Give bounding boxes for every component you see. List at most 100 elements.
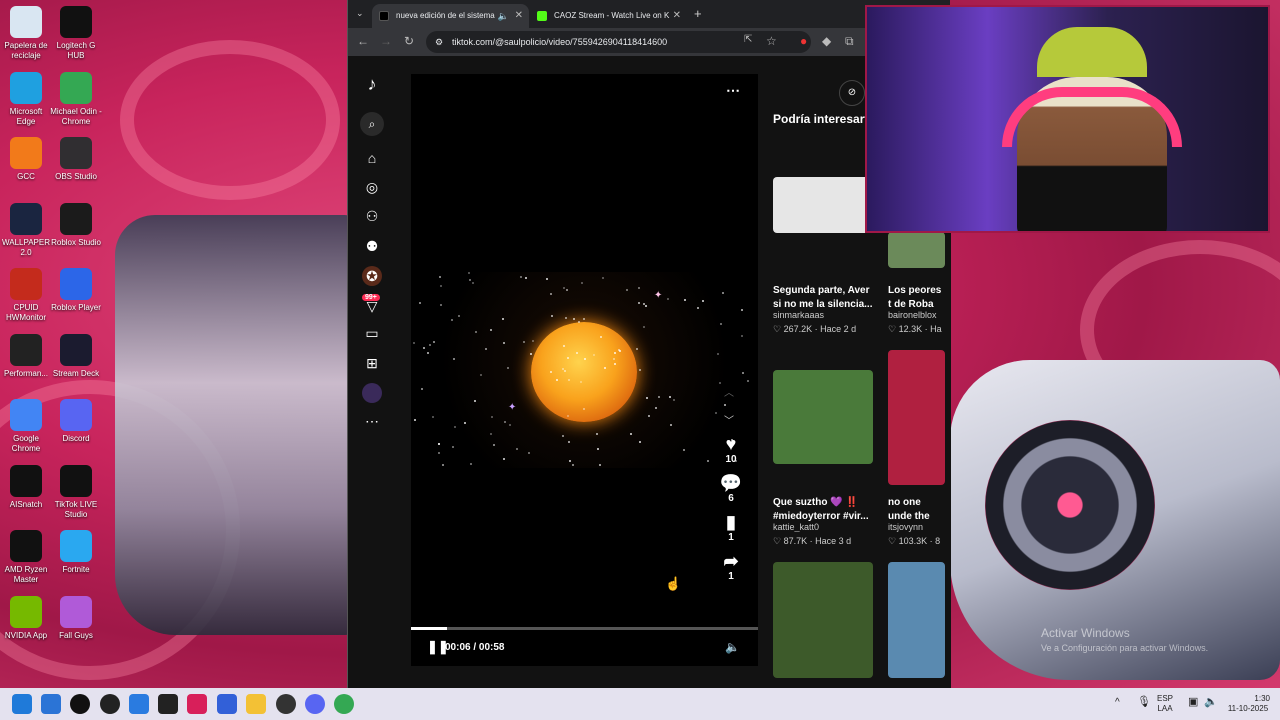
tab-kick[interactable]: CAOZ Stream - Watch Live on K ✕ [530,4,687,28]
video-thumbnail[interactable] [888,232,945,268]
video-card-title[interactable]: no one unde the amount c [888,496,945,524]
desktop-icon[interactable]: Papelera de reciclaje [0,6,52,61]
video-options-icon[interactable]: ⋯ [726,82,740,99]
desktop-icon[interactable]: WALLPAPER 2.0 [0,202,52,258]
share-button[interactable]: ➦ 1 [711,551,751,582]
tab-tiktok[interactable]: nueva edición de el sistema 🔈 ✕ [372,4,529,28]
language-indicator[interactable]: ESP LAA [1157,694,1173,714]
desktop-icon-label: Michael Odin - Chrome [50,106,102,126]
desktop-icon[interactable]: AISnatch [0,464,52,510]
volume-icon[interactable]: 🔈 [725,640,740,654]
desktop-icon[interactable]: Discord [50,399,102,444]
desktop-icon[interactable]: NVIDIA App [0,595,52,641]
file-explorer-icon[interactable] [246,694,266,714]
desktop-icon[interactable]: AMD Ryzen Master [0,530,52,585]
desktop-icon[interactable]: Fortnite [50,530,102,575]
forward-icon[interactable]: → [380,34,392,48]
video-card-title[interactable]: Segunda parte, Aver si no me la silencia… [773,284,873,312]
upload-icon[interactable]: ⊞ [362,353,382,373]
tab-search-icon[interactable]: ⌄ [356,8,364,19]
desktop-icon[interactable]: Stream Deck [50,333,102,379]
video-card-author[interactable]: baironelblox [888,310,945,320]
desktop-icon[interactable]: Roblox Player [50,268,102,313]
discord-icon[interactable] [305,694,325,714]
roblox-icon[interactable] [217,694,237,714]
desktop-icon[interactable]: Microsoft Edge [0,71,52,127]
volume-icon[interactable]: 🔈 [1204,697,1218,708]
desktop-icon[interactable]: TikTok LIVE Studio [50,464,102,520]
video-card-author[interactable]: itsjovynn [888,522,945,532]
obs-icon[interactable] [276,694,296,714]
clock[interactable]: 1:30 11-10-2025 [1226,694,1270,714]
star [637,286,640,289]
store-icon[interactable] [129,694,149,714]
explore-mini-icon[interactable]: ⊘ [839,80,865,106]
star [669,423,672,426]
network-icon[interactable]: ▣ [1188,697,1198,708]
progress-bar[interactable] [411,627,758,630]
following-icon[interactable]: ⚇ [362,206,382,226]
video-thumbnail[interactable] [888,562,945,678]
video-player[interactable]: ⋯ ✦ ✦ ︿ ﹀ ♥ 10 💬 6 ▮ 1 ➦ 1 ☝ ❚❚ 00:06 / 00:5… [411,74,758,666]
tiktok-logo-icon[interactable]: ♪ [362,74,382,94]
search-icon[interactable]: ⌕ [360,112,384,136]
video-card-title[interactable]: Los peores t de Roba un l [888,284,945,312]
desktop-icon[interactable]: Fall Guys [50,595,102,641]
video-thumbnail[interactable] [773,562,873,678]
tiktok-icon[interactable] [187,694,207,714]
desktop-icon[interactable]: OBS Studio [50,137,102,182]
desktop-icon[interactable]: Roblox Studio [50,202,102,248]
explore-icon[interactable]: ◎ [362,177,382,197]
url-field[interactable]: ⚙ tiktok.com/@saulpolicio/video/75594269… [426,31,811,53]
video-card-author[interactable]: kattie_katt0 [773,522,873,532]
close-icon[interactable]: ✕ [673,4,681,28]
star [638,301,641,304]
close-icon[interactable]: ✕ [515,4,523,28]
app-icon[interactable] [100,694,120,714]
video-thumbnail[interactable] [888,350,945,485]
car-wheel [985,420,1155,590]
extensions-puzzle-icon[interactable]: ⧉ [845,34,854,49]
reload-icon[interactable]: ↻ [404,34,414,48]
epic-games-icon[interactable] [158,694,178,714]
chrome-icon [10,399,42,431]
speaker-icon[interactable]: 🔈 [498,4,509,28]
extension-diamond-icon[interactable]: ◆ [822,34,831,48]
star [490,433,493,436]
bookmark-star-icon[interactable]: ☆ [766,34,777,48]
video-thumbnail[interactable] [773,177,873,233]
logitech-icon[interactable] [70,694,90,714]
desktop-icon[interactable]: GCC [0,137,52,182]
like-button[interactable]: ♥ 10 [711,434,751,465]
desktop-icon[interactable]: CPUID HWMonitor [0,268,52,323]
video-card-title[interactable]: Que suztho 💜 ‼️ #miedoyterror #vir... [773,496,873,524]
back-icon[interactable]: ← [357,34,369,48]
install-icon[interactable]: ⇱ [744,34,752,45]
desktop-icon[interactable]: Michael Odin - Chrome [50,71,102,127]
headphones [1002,87,1182,147]
widgets-icon[interactable] [41,694,61,714]
tray-chevron-icon[interactable]: ^ [1115,698,1120,708]
microphone-icon[interactable]: 🎙 [1137,697,1151,708]
profile-avatar[interactable] [362,383,382,403]
live-icon[interactable]: ✪ [362,266,382,286]
desktop-icon[interactable]: Logitech G HUB [50,6,102,61]
start-icon[interactable] [12,694,32,714]
messages-icon[interactable]: ▭ [362,323,382,343]
next-video-icon[interactable]: ﹀ [724,412,734,427]
star [682,449,685,452]
more-icon[interactable]: ⋯ [362,411,382,431]
extension-red-icon[interactable]: ● [800,34,807,48]
desktop-icon[interactable]: Performan... [0,333,52,379]
comment-button[interactable]: 💬 6 [711,473,751,504]
desktop-icon[interactable]: Google Chrome [0,399,52,454]
video-thumbnail[interactable] [773,370,873,464]
new-tab-icon[interactable]: + [694,6,702,21]
friends-icon[interactable]: ⚉ [362,236,382,256]
home-icon[interactable]: ⌂ [362,148,382,168]
site-info-icon[interactable]: ⚙ [435,31,443,53]
previous-video-icon[interactable]: ︿ [724,384,734,399]
chrome-icon[interactable] [334,694,354,714]
save-button[interactable]: ▮ 1 [711,512,751,543]
video-card-author[interactable]: sinmarkaaas [773,310,873,320]
